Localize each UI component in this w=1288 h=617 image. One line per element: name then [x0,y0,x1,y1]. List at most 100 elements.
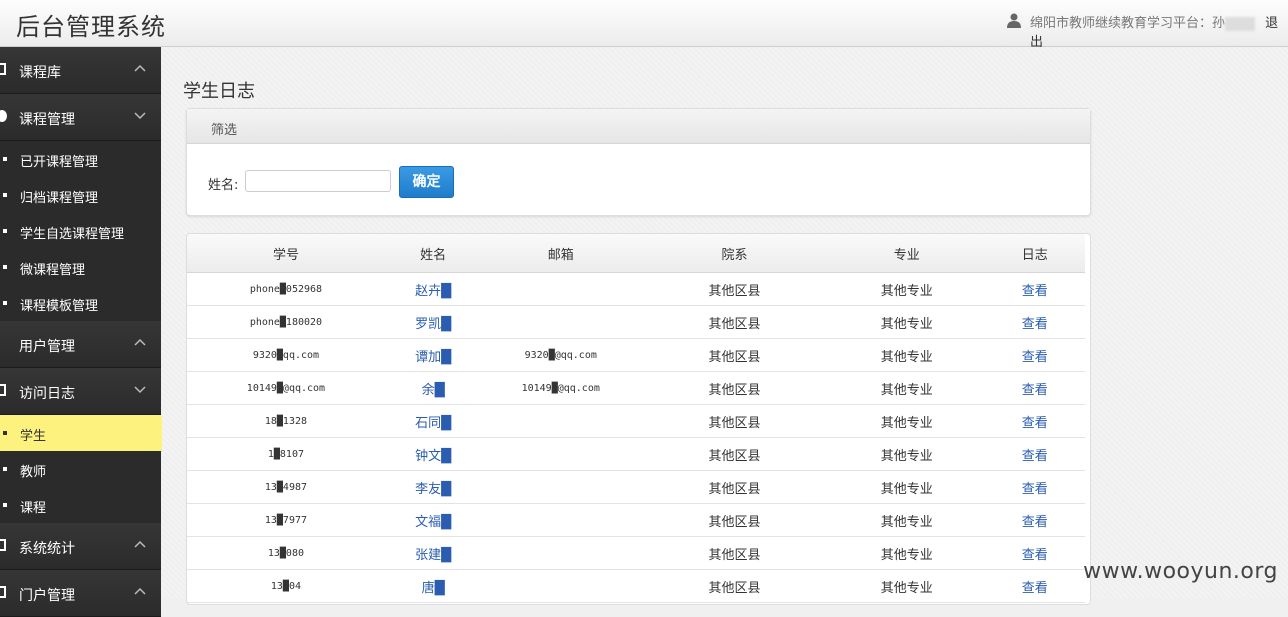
sidebar-section-portal-management[interactable]: 门户管理 [0,570,161,617]
view-log-link[interactable]: 查看 [984,305,1085,339]
column-header-department: 院系 [640,234,829,273]
table-row: phone█052968 赵卉█ 其他区县 其他专业 查看 [187,272,1085,306]
filter-panel: 筛选 姓名: 确定 [186,108,1091,216]
cell-id: phone█180020 [187,305,385,339]
main-content: 学生日志 筛选 姓名: 确定 学号 姓名 邮箱 院系 专业 日志 phone█0… [162,47,1288,605]
sidebar-item-student-elective[interactable]: 学生自选课程管理 [0,213,161,249]
bullet-icon [3,431,7,435]
sidebar-item-label: 学生 [20,429,47,444]
sidebar-item-teacher[interactable]: 教师 [0,451,161,487]
cell-id: 13█7977 [187,503,385,537]
sidebar-item-course[interactable]: 课程 [0,487,161,523]
cell-department: 其他区县 [640,272,829,306]
cell-name[interactable]: 赵卉█ [384,272,482,306]
table-row: 18█1328 石同█ 其他区县 其他专业 查看 [187,404,1085,438]
table-row: 9320█qq.com 谭加█ 9320█@qq.com 其他区县 其他专业 查看 [187,338,1085,372]
sidebar-section-course-management[interactable]: 课程管理 [0,94,161,141]
bullet-icon [3,467,7,471]
sidebar-section-course-library[interactable]: 课程库 [0,47,161,94]
cell-id: 13█080 [187,536,385,570]
cell-email [481,437,641,471]
user-area: 绵阳市教师继续教育学习平台：孙 退出 [1007,12,1288,50]
sidebar-section-statistics[interactable]: 系统统计 [0,523,161,570]
sidebar-section-label: 门户管理 [19,588,75,604]
cell-name[interactable]: 罗凯█ [384,305,482,339]
sidebar-section-user-management[interactable]: 用户管理 [0,321,161,368]
sidebar-item-student[interactable]: 学生 [0,415,171,451]
cell-name[interactable]: 文福█ [384,503,482,537]
sidebar-item-label: 课程 [20,501,47,516]
sidebar-section-access-logs[interactable]: 访问日志 [0,368,161,415]
cell-name[interactable]: 谭加█ [384,338,482,372]
view-log-link[interactable]: 查看 [984,338,1085,372]
cell-name[interactable]: 余█ [384,371,482,405]
view-log-link[interactable]: 查看 [984,503,1085,537]
cell-major: 其他专业 [828,404,985,438]
view-log-link[interactable]: 查看 [984,272,1085,306]
filter-title: 筛选 [211,123,238,138]
sidebar-item-label: 归档课程管理 [20,191,99,206]
table-body: phone█052968 赵卉█ 其他区县 其他专业 查看 phone█180020 罗凯█… [187,272,1085,603]
view-log-link[interactable]: 查看 [984,371,1085,405]
sidebar-item-archived-courses[interactable]: 归档课程管理 [0,177,161,213]
cell-department: 其他区县 [640,371,829,405]
table-row: phone█180020 罗凯█ 其他区县 其他专业 查看 [187,305,1085,339]
sidebar-section-label: 系统统计 [19,541,75,557]
course-library-icon [0,63,6,75]
cell-email: 10149█@qq.com [481,371,641,405]
sidebar-item-course-templates[interactable]: 课程模板管理 [0,285,161,321]
user-icon [1007,13,1021,28]
view-log-link[interactable]: 查看 [984,536,1085,570]
chevron-up-icon [134,64,146,72]
cell-major: 其他专业 [828,536,985,570]
sidebar-item-label: 学生自选课程管理 [20,227,125,242]
cell-name[interactable]: 钟文█ [384,437,482,471]
student-log-table-panel: 学号 姓名 邮箱 院系 专业 日志 phone█052968 赵卉█ 其他区县 其他专… [186,233,1091,605]
cell-id: 10149█@qq.com [187,371,385,405]
student-log-table: 学号 姓名 邮箱 院系 专业 日志 phone█052968 赵卉█ 其他区县 其他专… [187,234,1085,603]
sidebar-item-label: 微课程管理 [20,263,86,278]
sidebar-item-open-courses[interactable]: 已开课程管理 [0,141,161,177]
top-header: 后台管理系统 绵阳市教师继续教育学习平台：孙 退出 [0,0,1288,50]
chevron-up-icon [134,338,146,346]
cell-email: 9320█@qq.com [481,338,641,372]
table-row: 1█8107 钟文█ 其他区县 其他专业 查看 [187,437,1085,471]
page-title: 学生日志 [183,81,255,102]
view-log-link[interactable]: 查看 [984,404,1085,438]
view-log-link[interactable]: 查看 [984,437,1085,471]
sidebar-item-label: 已开课程管理 [20,155,99,170]
confirm-button[interactable]: 确定 [399,166,454,198]
user-label: 绵阳市教师继续教育学习平台：孙 [1030,16,1226,31]
name-input[interactable] [245,170,391,192]
column-header-id: 学号 [187,234,385,273]
sidebar-section-label: 课程库 [19,65,61,81]
cell-id: 18█1328 [187,404,385,438]
cell-department: 其他区县 [640,470,829,504]
view-log-link[interactable]: 查看 [984,470,1085,504]
cell-name[interactable]: 张建█ [384,536,482,570]
sidebar-item-micro-courses[interactable]: 微课程管理 [0,249,161,285]
sidebar-section-label: 访问日志 [19,386,75,402]
cell-name[interactable]: 石同█ [384,404,482,438]
cell-name[interactable]: 李友█ [384,470,482,504]
cell-id: 9320█qq.com [187,338,385,372]
bullet-icon [3,229,7,233]
table-row: 13█080 张建█ 其他区县 其他专业 查看 [187,536,1085,570]
filter-header: 筛选 [187,109,1090,144]
sidebar-item-label: 教师 [20,465,47,480]
table-header-row: 学号 姓名 邮箱 院系 专业 日志 [187,234,1085,273]
brand-title: 后台管理系统 [16,13,166,41]
chevron-down-icon [134,386,146,394]
cell-email [481,470,641,504]
bullet-icon [3,503,7,507]
chevron-up-icon [134,540,146,548]
cell-major: 其他专业 [828,272,985,306]
cell-email [481,503,641,537]
bullet-icon [3,301,7,305]
chevron-down-icon [134,112,146,120]
name-label: 姓名: [208,178,239,193]
portal-management-icon [0,586,6,598]
column-header-log: 日志 [984,234,1085,273]
cell-major: 其他专业 [828,470,985,504]
access-logs-icon [0,384,6,396]
